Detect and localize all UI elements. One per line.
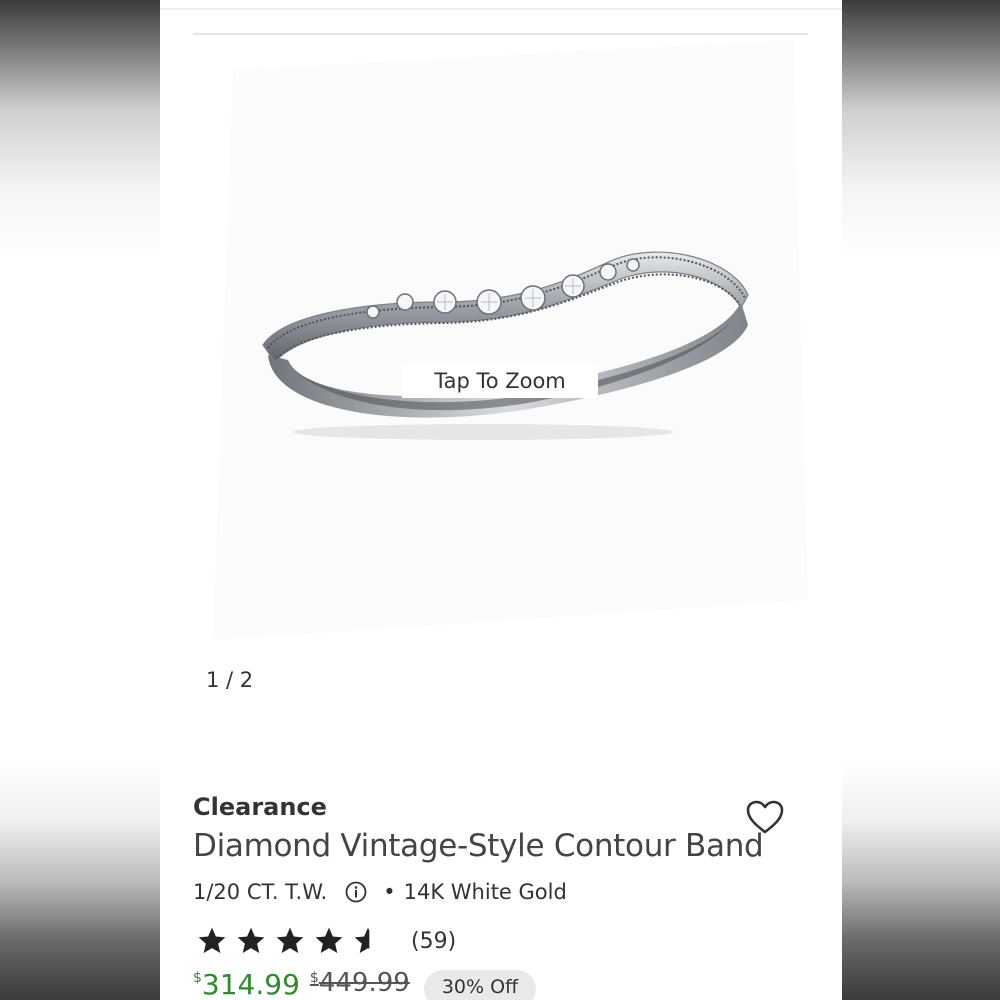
info-circle-icon[interactable] xyxy=(345,881,367,903)
original-amount: 449.99 xyxy=(318,968,410,998)
tap-to-zoom-label[interactable]: Tap To Zoom xyxy=(402,364,598,398)
product-title: Diamond Vintage-Style Contour Band xyxy=(193,828,764,864)
blurred-background-left xyxy=(0,0,160,1000)
sale-price: $314.99 xyxy=(193,968,300,1000)
clearance-badge: Clearance xyxy=(193,793,327,821)
currency-symbol: $ xyxy=(309,970,319,986)
ring-image xyxy=(213,40,808,640)
star-icon xyxy=(237,927,265,953)
original-price: $449.99 xyxy=(310,968,410,998)
review-count[interactable]: (59) xyxy=(411,929,456,954)
product-specs: 1/20 CT. T.W. • 14K White Gold xyxy=(193,880,567,904)
spec-separator: • xyxy=(383,880,396,904)
header-divider xyxy=(160,8,842,10)
product-image-carousel[interactable] xyxy=(193,40,808,640)
product-page: Tap To Zoom 1 / 2 Clearance Diamond Vint… xyxy=(160,0,842,1000)
wishlist-button[interactable] xyxy=(745,798,785,838)
section-divider xyxy=(193,33,808,35)
currency-symbol: $ xyxy=(193,970,202,986)
star-half-icon xyxy=(354,927,370,953)
image-counter: 1 / 2 xyxy=(206,668,254,692)
star-icon xyxy=(276,927,304,953)
rating[interactable]: (59) xyxy=(196,925,456,957)
blurred-background-right xyxy=(842,0,1000,1000)
discount-badge: 30% Off xyxy=(423,970,537,1000)
metal-type: 14K White Gold xyxy=(403,880,567,904)
star-icon xyxy=(198,927,226,953)
carat-weight: 1/20 CT. T.W. xyxy=(193,880,328,904)
heart-outline-icon xyxy=(746,800,784,834)
sale-amount: 314.99 xyxy=(201,968,300,1000)
star-icon xyxy=(315,927,343,953)
price-row: $314.99 $449.99 30% Off xyxy=(193,968,537,1000)
